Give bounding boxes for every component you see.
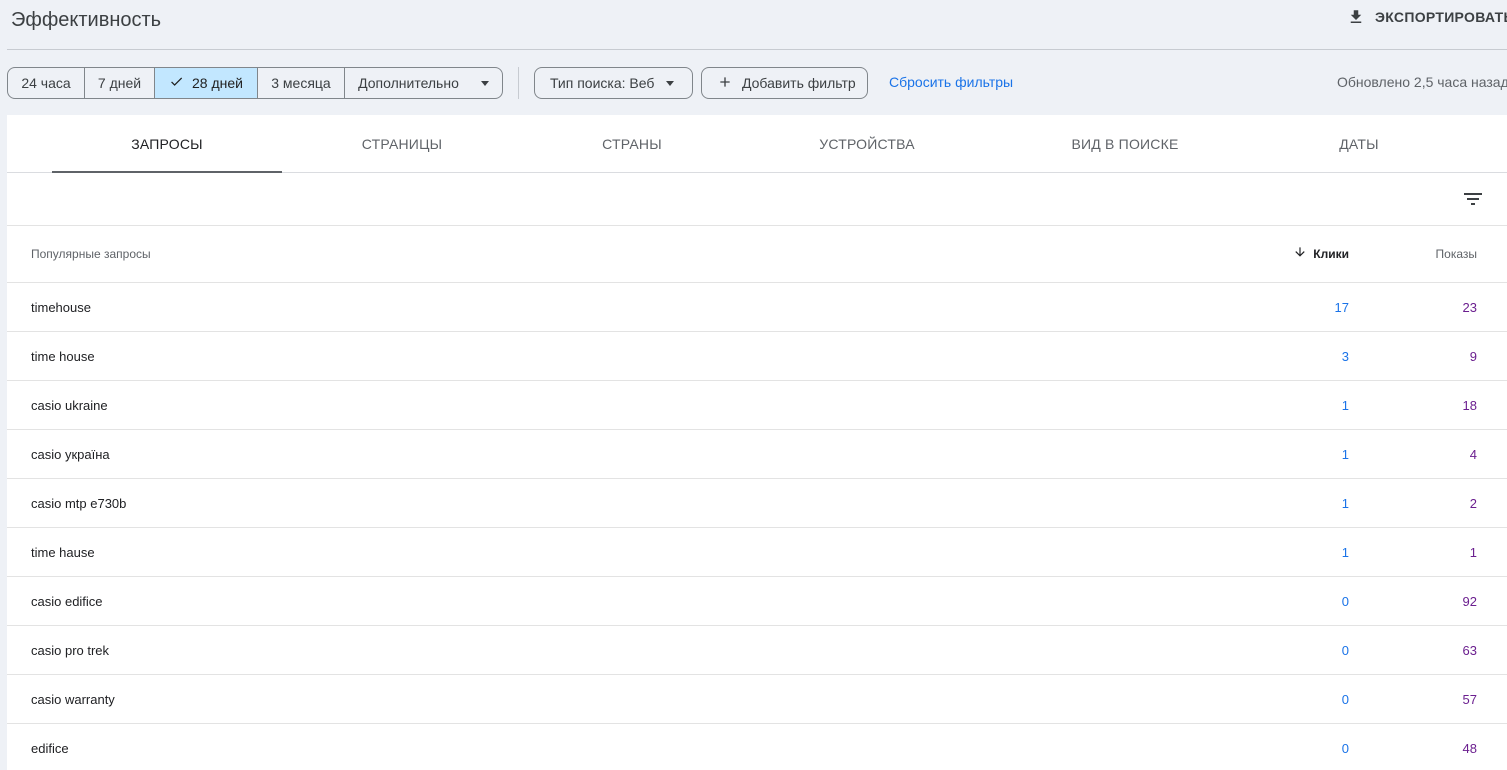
results-card: ЗАПРОСЫ СТРАНИЦЫ СТРАНЫ УСТРОЙСТВА ВИД В… [7,115,1507,770]
query-cell: time house [31,349,95,364]
check-icon [169,74,184,92]
clicks-cell: 1 [1341,496,1349,511]
query-cell: casio mtp e730b [31,496,127,511]
tab-devices[interactable]: УСТРОЙСТВА [767,115,967,172]
impressions-cell: 57 [1462,692,1477,707]
search-type-dropdown[interactable]: Тип поиска: Веб [534,67,693,99]
clicks-cell: 0 [1341,643,1349,658]
query-cell: time hause [31,545,95,560]
impressions-cell: 9 [1469,349,1477,364]
more-label: Дополнительно [358,75,459,91]
clicks-cell: 1 [1341,545,1349,560]
range-label: 7 дней [97,75,142,91]
dropdown-arrow-icon [666,80,675,86]
impressions-cell: 2 [1469,496,1477,511]
add-filter-label: Добавить фильтр [742,75,856,91]
query-cell: casio edifice [31,594,103,609]
arrow-down-icon [1293,245,1307,262]
table-row[interactable]: edifice 0 48 [7,724,1507,770]
page-title: Эффективность [11,9,162,31]
impressions-cell: 48 [1462,741,1477,756]
clicks-cell: 0 [1341,741,1349,756]
date-range-selector: 24 часа 7 дней 28 дней 3 месяца Дополнит… [7,67,503,99]
impressions-cell: 4 [1469,447,1477,462]
impressions-cell: 63 [1462,643,1477,658]
query-cell: edifice [31,741,69,756]
column-header-impressions[interactable]: Показы [1436,247,1477,261]
range-label: 3 месяца [271,75,331,91]
column-header-query[interactable]: Популярные запросы [31,247,151,261]
filter-divider [518,67,519,99]
table-body: timehouse 17 23 time house 3 9 casio ukr… [7,283,1507,770]
filter-list-icon[interactable] [1461,187,1485,211]
export-button[interactable]: ЭКСПОРТИРОВАТЬ [1347,8,1507,26]
range-28d-button[interactable]: 28 дней [155,68,258,98]
dropdown-arrow-icon [480,80,489,86]
tab-search-appearance[interactable]: ВИД В ПОИСКЕ [1025,115,1225,172]
updated-status: Обновлено 2,5 часа назад [1337,74,1507,90]
query-cell: casio pro trek [31,643,110,658]
column-header-clicks[interactable]: Клики [1293,245,1349,262]
impressions-cell: 23 [1462,300,1477,315]
impressions-cell: 18 [1462,398,1477,413]
query-cell: casio україна [31,447,110,462]
query-cell: timehouse [31,300,91,315]
table-row[interactable]: time house 3 9 [7,332,1507,381]
query-cell: casio warranty [31,692,115,707]
tab-queries[interactable]: ЗАПРОСЫ [52,115,282,172]
clicks-header-label: Клики [1313,246,1349,261]
tab-pages[interactable]: СТРАНИЦЫ [302,115,502,172]
table-toolbar [7,173,1507,226]
clicks-cell: 1 [1341,398,1349,413]
range-3m-button[interactable]: 3 месяца [258,68,345,98]
clicks-cell: 17 [1334,300,1349,315]
clicks-cell: 1 [1341,447,1349,462]
range-7d-button[interactable]: 7 дней [85,68,155,98]
export-label: ЭКСПОРТИРОВАТЬ [1375,9,1507,25]
range-label: 28 дней [192,75,243,91]
table-row[interactable]: casio edifice 0 92 [7,577,1507,626]
clicks-cell: 3 [1341,349,1349,364]
dimension-tabs: ЗАПРОСЫ СТРАНИЦЫ СТРАНЫ УСТРОЙСТВА ВИД В… [7,115,1507,173]
table-header: Популярные запросы Клики Показы [7,226,1507,283]
clicks-cell: 0 [1341,692,1349,707]
range-label: 24 часа [21,75,71,91]
more-ranges-dropdown[interactable]: Дополнительно [345,68,502,98]
impressions-cell: 1 [1469,545,1477,560]
add-filter-button[interactable]: Добавить фильтр [701,67,868,99]
search-type-label: Тип поиска: Веб [550,75,655,91]
table-row[interactable]: casio warranty 0 57 [7,675,1507,724]
download-icon [1347,8,1365,26]
plus-icon [717,74,733,93]
table-row[interactable]: casio mtp e730b 1 2 [7,479,1507,528]
impressions-cell: 92 [1462,594,1477,609]
header-divider [7,49,1507,50]
table-row[interactable]: casio україна 1 4 [7,430,1507,479]
table-row[interactable]: casio pro trek 0 63 [7,626,1507,675]
reset-filters-link[interactable]: Сбросить фильтры [889,74,1013,90]
query-cell: casio ukraine [31,398,108,413]
tab-countries[interactable]: СТРАНЫ [532,115,732,172]
range-24h-button[interactable]: 24 часа [8,68,85,98]
table-row[interactable]: time hause 1 1 [7,528,1507,577]
table-row[interactable]: casio ukraine 1 18 [7,381,1507,430]
clicks-cell: 0 [1341,594,1349,609]
table-row[interactable]: timehouse 17 23 [7,283,1507,332]
tab-dates[interactable]: ДАТЫ [1259,115,1459,172]
